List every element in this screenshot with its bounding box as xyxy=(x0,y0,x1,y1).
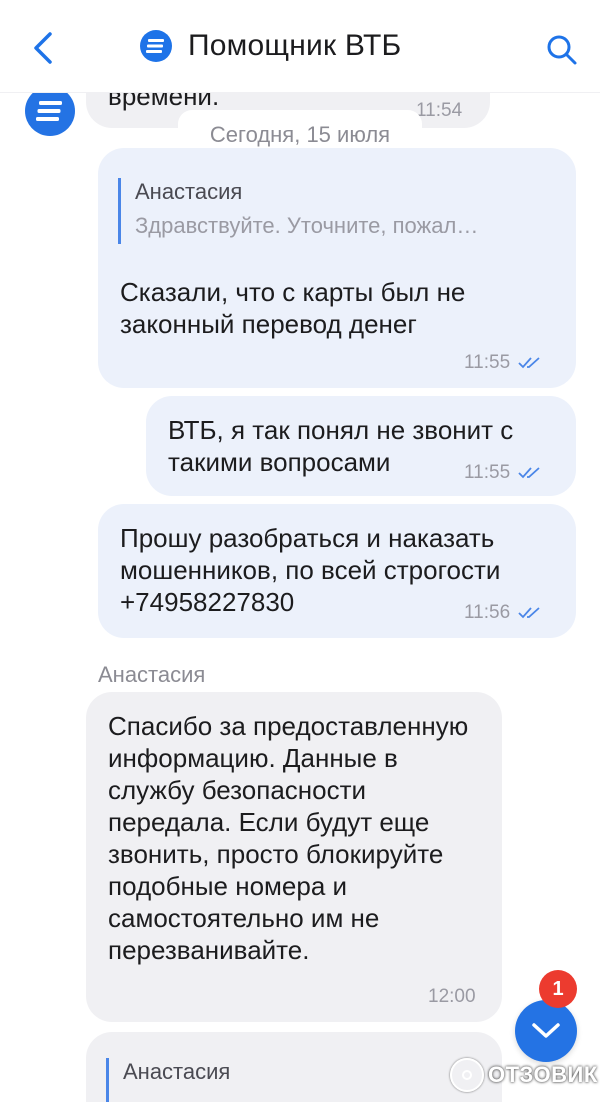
reply-quote[interactable]: Анастасия xyxy=(106,1058,230,1102)
message-text: времени. xyxy=(108,92,220,111)
sender-name: Анастасия xyxy=(98,662,206,687)
chat-title: Помощник ВТБ xyxy=(140,22,401,70)
message-bubble-outgoing[interactable]: ВТБ, я так понял не звонит с такими вопр… xyxy=(146,396,576,496)
scroll-down-button[interactable] xyxy=(515,1000,577,1062)
watermark-logo-icon xyxy=(450,1058,484,1092)
unread-badge: 1 xyxy=(539,970,577,1008)
quote-author: Анастасия xyxy=(135,179,243,204)
quote-text: Здравствуйте. Уточните, пожал… xyxy=(135,213,479,238)
double-check-icon xyxy=(518,357,540,369)
message-text: Сказали, что с карты был не законный пер… xyxy=(120,277,466,339)
message-bubble-incoming[interactable]: Анастасия xyxy=(86,1032,502,1102)
back-button[interactable] xyxy=(22,26,66,70)
quote-author: Анастасия xyxy=(123,1059,231,1084)
search-icon xyxy=(547,35,577,65)
page-title: Помощник ВТБ xyxy=(188,29,402,62)
chevron-left-icon xyxy=(34,32,52,64)
message-time: 11:56 xyxy=(464,602,542,624)
watermark-text: ОТЗОВИК xyxy=(488,1062,598,1087)
message-text: Спасибо за предоставленную информацию. Д… xyxy=(108,711,469,965)
message-time: 11:55 xyxy=(464,352,542,374)
assistant-avatar xyxy=(25,92,75,136)
message-bubble-incoming[interactable]: Спасибо за предоставленную информацию. Д… xyxy=(86,692,502,1022)
message-bubble-outgoing[interactable]: Прошу разобраться и наказать мошенников,… xyxy=(98,504,576,638)
double-check-icon xyxy=(518,607,540,619)
message-time: 11:54 xyxy=(416,100,463,121)
message-time: 12:00 xyxy=(428,986,476,1007)
double-check-icon xyxy=(518,467,540,479)
watermark: ОТЗОВИК xyxy=(450,1058,598,1092)
message-time: 11:55 xyxy=(464,462,542,484)
vtb-logo-icon xyxy=(140,30,172,62)
search-button[interactable] xyxy=(540,28,584,72)
reply-quote[interactable]: Анастасия Здравствуйте. Уточните, пожал… xyxy=(118,178,478,244)
chevron-down-icon xyxy=(532,1023,560,1038)
vtb-logo-icon xyxy=(36,101,62,121)
message-list[interactable]: времени. 11:54 Сегодня, 15 июля Анастаси… xyxy=(0,92,600,1102)
chat-header: Помощник ВТБ xyxy=(0,0,600,93)
message-bubble-outgoing[interactable]: Анастасия Здравствуйте. Уточните, пожал…… xyxy=(98,148,576,388)
